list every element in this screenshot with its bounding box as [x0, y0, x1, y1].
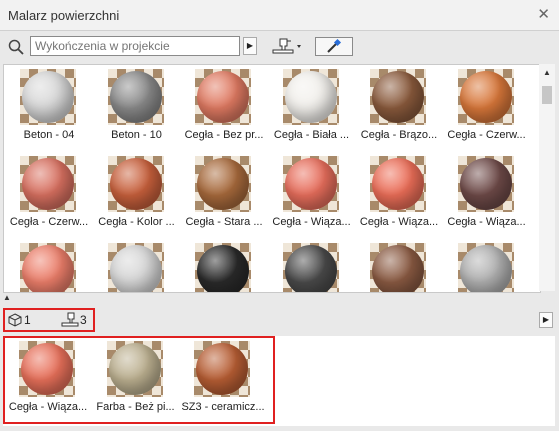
material-thumbnail [370, 69, 426, 125]
material-thumbnail [195, 243, 251, 292]
material-thumbnail [282, 156, 339, 212]
model-count: 1 [24, 313, 31, 327]
search-go-button[interactable]: ▶ [243, 37, 257, 55]
material-thumbnail [370, 243, 426, 292]
material-label: Cegła - Czerw... [9, 216, 89, 228]
material-tile[interactable]: Cegła - Kolor ... [94, 152, 180, 238]
material-sphere [109, 245, 162, 292]
material-tile[interactable] [356, 239, 442, 292]
material-thumbnail [107, 69, 164, 125]
material-thumbnail [20, 69, 76, 125]
material-tile[interactable]: Cegła - Stara ... [181, 152, 267, 238]
material-label: Beton - 10 [111, 129, 162, 141]
material-sphere [372, 245, 424, 292]
material-label: Cegła - Wiąza... [272, 216, 351, 228]
material-thumbnail [20, 156, 76, 212]
material-sphere [109, 158, 162, 210]
material-thumbnail [195, 69, 251, 125]
material-thumbnail [282, 69, 339, 125]
title-bar: Malarz powierzchni ✕ [0, 0, 559, 31]
paint-brush-icon[interactable] [270, 35, 304, 57]
model-cube-icon [8, 313, 22, 327]
material-thumbnail [195, 156, 251, 212]
material-label: Cegła - Brązo... [360, 129, 438, 141]
surface-count: 3 [80, 313, 87, 327]
toolbar: ▶ [0, 31, 559, 63]
material-sphere [22, 158, 74, 210]
material-sphere [197, 245, 249, 292]
material-thumbnail [457, 243, 514, 292]
close-icon[interactable]: ✕ [537, 5, 550, 23]
material-tile[interactable] [269, 239, 355, 292]
material-tile[interactable]: Cegła - Bez pr... [181, 65, 267, 151]
material-sphere [22, 71, 74, 123]
material-thumbnail [457, 69, 514, 125]
material-sphere [372, 71, 424, 123]
material-sphere [197, 158, 249, 210]
material-sphere [22, 245, 74, 292]
usage-expand-button[interactable]: ▶ [539, 312, 553, 328]
material-label: Cegła - Kolor ... [98, 216, 175, 228]
material-label: Cegła - Czerw... [447, 129, 526, 141]
materials-grid: Beton - 04 Beton - 10 Cegła - Bez pr... Ceg… [3, 64, 541, 293]
material-tile[interactable]: Cegła - Czerw... [6, 152, 92, 238]
material-sphere [197, 71, 249, 123]
material-sphere [459, 71, 512, 123]
eyedropper-icon [327, 38, 342, 53]
material-tile[interactable]: Cegła - Wiąza... [444, 152, 530, 238]
material-thumbnail [107, 156, 164, 212]
material-thumbnail [107, 243, 164, 292]
material-sphere [284, 71, 337, 123]
material-tile[interactable] [94, 239, 180, 292]
scroll-thumb[interactable] [542, 86, 552, 104]
used-materials-highlight [3, 336, 275, 424]
panel-splitter[interactable]: ▲ [0, 293, 559, 305]
search-icon[interactable] [8, 39, 24, 55]
window-title: Malarz powierzchni [8, 8, 120, 23]
material-tile[interactable]: Beton - 10 [94, 65, 180, 151]
material-thumbnail [370, 156, 426, 212]
material-tile[interactable]: Cegła - Biała ... [269, 65, 355, 151]
collapse-arrow-icon[interactable]: ▲ [3, 293, 11, 302]
material-thumbnail [20, 243, 76, 292]
material-tile[interactable] [181, 239, 267, 292]
scroll-up-icon[interactable]: ▲ [543, 68, 551, 77]
material-sphere [459, 158, 512, 210]
material-tile[interactable]: Cegła - Brązo... [356, 65, 442, 151]
grid-scrollbar[interactable]: ▲ [539, 64, 555, 291]
material-sphere [459, 245, 512, 292]
material-sphere [372, 158, 424, 210]
material-tile[interactable]: Cegła - Czerw... [444, 65, 530, 151]
material-label: Cegła - Wiąza... [359, 216, 439, 228]
search-input[interactable] [30, 36, 240, 56]
material-thumbnail [282, 243, 339, 292]
material-label: Cegła - Bez pr... [184, 129, 264, 141]
material-tile[interactable]: Cegła - Wiąza... [356, 152, 442, 238]
material-label: Cegła - Biała ... [273, 129, 350, 141]
material-tile[interactable]: Cegła - Wiąza... [269, 152, 355, 238]
material-tile[interactable]: Beton - 04 [6, 65, 92, 151]
material-sphere [109, 71, 162, 123]
material-label: Cegła - Wiąza... [447, 216, 526, 228]
material-sphere [284, 245, 337, 292]
material-label: Cegła - Stara ... [185, 216, 263, 228]
eyedropper-button[interactable] [315, 37, 353, 56]
material-tile[interactable] [444, 239, 530, 292]
material-sphere [284, 158, 337, 210]
material-thumbnail [457, 156, 514, 212]
material-label: Beton - 04 [23, 129, 75, 141]
material-tile[interactable] [6, 239, 92, 292]
surface-brush-icon [61, 312, 79, 327]
